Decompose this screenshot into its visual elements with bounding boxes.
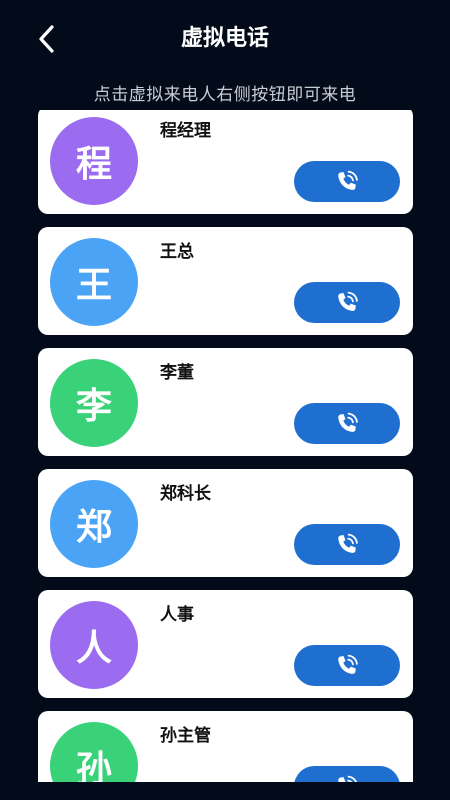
header-bar: 虚拟电话: [0, 0, 450, 78]
contact-card: 王 王总: [38, 227, 413, 335]
contact-name: 孙主管: [160, 726, 211, 746]
phone-ring-icon: [338, 291, 358, 311]
contact-name: 郑科长: [160, 484, 211, 504]
call-button[interactable]: [294, 282, 400, 323]
phone-ring-icon: [338, 412, 358, 432]
phone-ring-icon: [338, 533, 358, 553]
phone-ring-icon: [338, 170, 358, 190]
contact-card: 程 程经理: [38, 110, 413, 214]
call-button[interactable]: [294, 645, 400, 686]
contact-avatar: 王: [50, 238, 138, 326]
contact-name: 程经理: [160, 121, 211, 141]
contact-name: 李董: [160, 363, 194, 383]
contact-avatar: 孙: [50, 722, 138, 782]
page-title: 虚拟电话: [180, 26, 269, 51]
contact-card: 李 李董: [38, 348, 413, 456]
phone-ring-icon: [338, 775, 358, 782]
contact-card: 人 人事: [38, 590, 413, 698]
call-button[interactable]: [294, 161, 400, 202]
contact-name: 王总: [160, 242, 194, 262]
hint-text: 点击虚拟来电人右侧按钮即可来电: [93, 85, 357, 105]
call-button[interactable]: [294, 403, 400, 444]
contact-avatar: 人: [50, 601, 138, 689]
contact-avatar: 李: [50, 359, 138, 447]
contact-name: 人事: [160, 605, 194, 625]
contact-card: 孙 孙主管: [38, 711, 413, 782]
call-button[interactable]: [294, 524, 400, 565]
contact-avatar: 程: [50, 117, 138, 205]
contact-list[interactable]: 程 程经理 王 王总 李 李董 郑 郑科长 人 人事 孙 孙主管: [0, 110, 450, 782]
call-button[interactable]: [294, 766, 400, 782]
phone-ring-icon: [338, 654, 358, 674]
bottom-bar: [0, 782, 450, 800]
contact-card: 郑 郑科长: [38, 469, 413, 577]
contact-avatar: 郑: [50, 480, 138, 568]
